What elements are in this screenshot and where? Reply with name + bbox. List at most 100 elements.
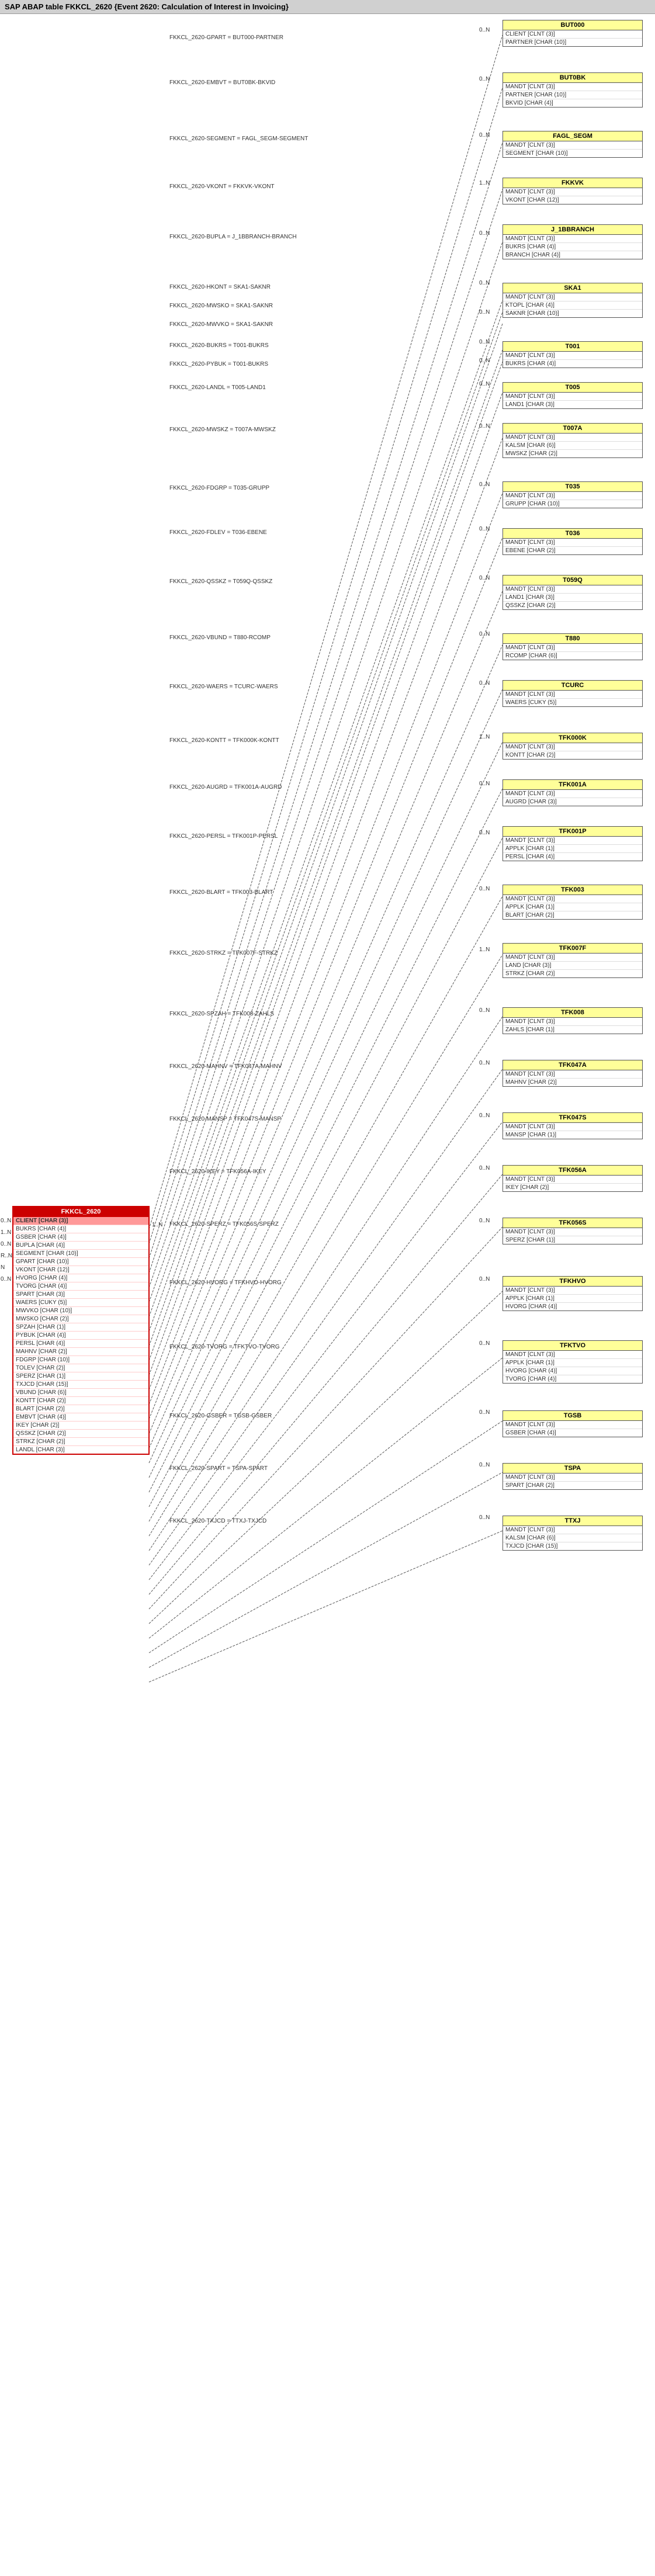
table-row-t035-grupp: GRUPP [CHAR (10)]: [503, 500, 642, 508]
table-but0bk: BUT0BK MANDT [CLNT (3)] PARTNER [CHAR (1…: [502, 72, 643, 108]
diagram-container: FKKCL_2620-GPART = BUT000-PARTNER 0..N 1…: [0, 14, 655, 2561]
table-row-tfk001p-mandt: MANDT [CLNT (3)]: [503, 837, 642, 845]
table-title-tfk047s: TFK047S: [503, 1113, 642, 1123]
cardinality-tfk001a: 0..N: [479, 781, 490, 787]
central-row-hvorg: HVORG [CHAR (4)]: [13, 1274, 148, 1282]
table-tfk000k: TFK000K MANDT [CLNT (3)] KONTT [CHAR (2)…: [502, 733, 643, 760]
table-row-tfk056s-sperz: SPERZ [CHAR (1)]: [503, 1236, 642, 1244]
connection-label-tspa: FKKCL_2620-SPART = TSPA-SPART: [169, 1465, 268, 1472]
table-ttxj: TTXJ MANDT [CLNT (3)] KALSM [CHAR (6)] T…: [502, 1516, 643, 1551]
cardinality-tfktvo: 0..N: [479, 1340, 490, 1347]
table-row-t880-mandt: MANDT [CLNT (3)]: [503, 644, 642, 652]
central-row-landl: LANDL [CHAR (3)]: [13, 1446, 148, 1454]
table-row-ttxj-mandt: MANDT [CLNT (3)]: [503, 1526, 642, 1534]
table-row-tgsb-gsber: GSBER [CHAR (4)]: [503, 1429, 642, 1437]
cardinality-t005: 0..N: [479, 381, 490, 387]
table-title-tfk047a: TFK047A: [503, 1060, 642, 1070]
table-row-tfk003-blart: BLART [CHAR (2)]: [503, 911, 642, 919]
table-row-t007a-kalsm: KALSM [CHAR (6)]: [503, 442, 642, 450]
connection-label-t035: FKKCL_2620-FDGRP = T035-GRUPP: [169, 485, 269, 491]
central-table-title: FKKCL_2620: [13, 1207, 148, 1217]
table-title-tgsb: TGSB: [503, 1411, 642, 1421]
cardinality-ska1-1: 0..N: [479, 280, 490, 286]
cardinality-t001-2: 0..N: [479, 358, 490, 364]
cardinality-tfk000k: 1..N: [479, 734, 490, 740]
table-row-fkkvk-mandt: MANDT [CLNT (3)]: [503, 188, 642, 196]
table-row-j1b-branch: BRANCH [CHAR (4)]: [503, 251, 642, 259]
table-row-tfk000k-mandt: MANDT [CLNT (3)]: [503, 743, 642, 751]
cardinality-tfk047s: 0..N: [479, 1112, 490, 1119]
central-row-client: CLIENT [CHAR (3)]: [13, 1217, 148, 1225]
cardinality-but0bk: 0..N: [479, 76, 490, 82]
table-row-ttxj-kalsm: KALSM [CHAR (6)]: [503, 1534, 642, 1542]
table-row-j1b-mandt: MANDT [CLNT (3)]: [503, 235, 642, 243]
connection-label-t005: FKKCL_2620-LANDL = T005-LAND1: [169, 384, 266, 391]
table-title-ska1: SKA1: [503, 283, 642, 293]
table-row-tfktvo-mandt: MANDT [CLNT (3)]: [503, 1351, 642, 1359]
table-row-j1b-bukrs: BUKRS [CHAR (4)]: [503, 243, 642, 251]
central-row-tvorg: TVORG [CHAR (4)]: [13, 1282, 148, 1291]
cardinality-tspa: 0..N: [479, 1462, 490, 1468]
table-row-tfk001p-persl: PERSL [CHAR (4)]: [503, 853, 642, 861]
connection-label-tfk008: FKKCL_2620-SPZAH = TFK008-ZAHLS: [169, 1011, 274, 1017]
table-row-tfk047s-mansp: MANSP [CHAR (1)]: [503, 1131, 642, 1139]
table-tcurc: TCURC MANDT [CLNT (3)] WAERS [CUKY (5)]: [502, 680, 643, 707]
table-title-tfk007f: TFK007F: [503, 944, 642, 954]
cardinality-ttxj: 0..N: [479, 1514, 490, 1521]
central-row-segment: SEGMENT [CHAR (10)]: [13, 1250, 148, 1258]
table-row-tfk047s-mandt: MANDT [CLNT (3)]: [503, 1123, 642, 1131]
connection-label-tfktvo: FKKCL_2620-TVORG = TFKTVO-TVORG: [169, 1344, 279, 1350]
table-t035: T035 MANDT [CLNT (3)] GRUPP [CHAR (10)]: [502, 481, 643, 508]
cardinality-t059q: 0..N: [479, 575, 490, 581]
table-row-tfktvo-applk: APPLK [CHAR (1)]: [503, 1359, 642, 1367]
cardinality-tcurc: 0..N: [479, 680, 490, 687]
table-row-tfk056s-mandt: MANDT [CLNT (3)]: [503, 1228, 642, 1236]
table-tspa: TSPA MANDT [CLNT (3)] SPART [CHAR (2)]: [502, 1463, 643, 1490]
table-row-tgsb-mandt: MANDT [CLNT (3)]: [503, 1421, 642, 1429]
table-tfk007f: TFK007F MANDT [CLNT (3)] LAND [CHAR (3)]…: [502, 943, 643, 978]
table-title-tfk056a: TFK056A: [503, 1166, 642, 1176]
cardinality-tfk001p: 0..N: [479, 830, 490, 836]
table-row-tfktvo-hvorg: HVORG [CHAR (4)]: [503, 1367, 642, 1375]
central-row-sperz: SPERZ [CHAR (1)]: [13, 1372, 148, 1381]
connection-label-tfk056s: FKKCL_2620-SPERZ = TFK056S-SPERZ: [169, 1221, 279, 1228]
table-title-t036: T036: [503, 529, 642, 539]
table-tfk008: TFK008 MANDT [CLNT (3)] ZAHLS [CHAR (1)]: [502, 1007, 643, 1034]
table-row-tfk001p-applk: APPLK [CHAR (1)]: [503, 845, 642, 853]
table-row-t059q-land1: LAND1 [CHAR (3)]: [503, 594, 642, 602]
table-row-tfk007f-mandt: MANDT [CLNT (3)]: [503, 954, 642, 962]
central-row-waers: WAERS [CUKY (5)]: [13, 1299, 148, 1307]
table-tfk056s: TFK056S MANDT [CLNT (3)] SPERZ [CHAR (1)…: [502, 1218, 643, 1244]
connection-label-tcurc: FKKCL_2620-WAERS = TCURC-WAERS: [169, 684, 278, 690]
central-row-bukrs: BUKRS [CHAR (4)]: [13, 1225, 148, 1233]
table-tfkhvo: TFKHVO MANDT [CLNT (3)] APPLK [CHAR (1)]…: [502, 1276, 643, 1311]
connection-label-ska1-mwvko: FKKCL_2620-MWVKO = SKA1-SAKNR: [169, 321, 273, 328]
connection-label-tgsb: FKKCL_2620-GSBER = TGSB-GSBER: [169, 1413, 272, 1419]
table-title-tfk008: TFK008: [503, 1008, 642, 1018]
table-row-but0bk-partner: PARTNER [CHAR (10)]: [503, 91, 642, 99]
central-row-gsber: GSBER [CHAR (4)]: [13, 1233, 148, 1242]
central-row-blart: BLART [CHAR (2)]: [13, 1405, 148, 1413]
central-table-fkkcl2620: FKKCL_2620 CLIENT [CHAR (3)] BUKRS [CHAR…: [12, 1206, 150, 1455]
cardinality-tfk047a: 0..N: [479, 1060, 490, 1066]
table-row-t007a-mandt: MANDT [CLNT (3)]: [503, 434, 642, 442]
connection-label-tfk001p: FKKCL_2620-PERSL = TFK001P-PERSL: [169, 833, 278, 840]
table-tfk001a: TFK001A MANDT [CLNT (3)] AUGRD [CHAR (3)…: [502, 779, 643, 806]
table-t036: T036 MANDT [CLNT (3)] EBENE [CHAR (2)]: [502, 528, 643, 555]
connection-label-tfk003: FKKCL_2620-BLART = TFK003-BLART: [169, 889, 273, 896]
table-row-t035-mandt: MANDT [CLNT (3)]: [503, 492, 642, 500]
cardinality-but000-left: 0..N: [479, 27, 490, 33]
card-left-1: 0..N: [1, 1218, 11, 1224]
table-row-tfk007f-strkz: STRKZ [CHAR (2)]: [503, 970, 642, 977]
connection-label-t007a: FKKCL_2620-MWSKZ = T007A-MWSKZ: [169, 427, 276, 433]
connection-label-tfk000k: FKKCL_2620-KONTT = TFK000K-KONTT: [169, 737, 279, 744]
table-title-tfk001a: TFK001A: [503, 780, 642, 790]
cardinality-fkkvk: 1..N: [479, 180, 490, 186]
cardinality-j1b: 0..N: [479, 230, 490, 237]
table-t880: T880 MANDT [CLNT (3)] RCOMP [CHAR (6)]: [502, 633, 643, 660]
connection-label-ttxj: FKKCL_2620-TXJCD = TTXJ-TXJCD: [169, 1518, 266, 1524]
table-row-t005-land1: LAND1 [CHAR (3)]: [503, 401, 642, 408]
table-row-t001-bukrs: BUKRS [CHAR (4)]: [503, 360, 642, 367]
table-row-t036-ebene: EBENE [CHAR (2)]: [503, 547, 642, 554]
central-row-vkont: VKONT [CHAR (12)]: [13, 1266, 148, 1274]
